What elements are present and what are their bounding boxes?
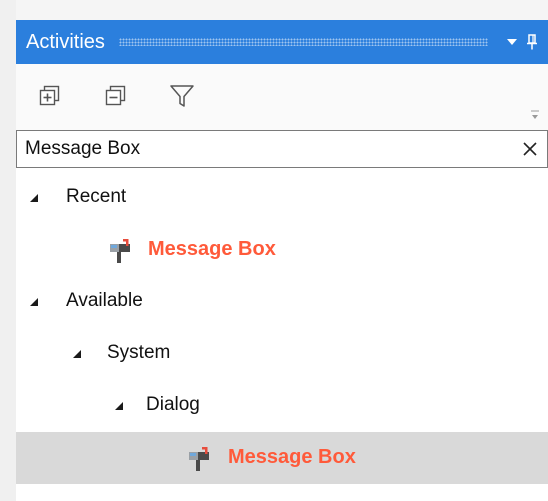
collapse-all-icon xyxy=(105,85,126,106)
tree-node-activity[interactable]: Message Box xyxy=(16,224,548,276)
tree-node-available[interactable]: Available xyxy=(16,276,548,328)
tree-node-label: Recent xyxy=(66,186,127,207)
search-box xyxy=(16,130,548,168)
message-box-icon xyxy=(110,239,130,263)
panel-title: Activities xyxy=(26,30,105,53)
tree-node-dialog[interactable]: Dialog xyxy=(16,380,548,432)
message-box-icon xyxy=(189,447,209,471)
tree-node-label: Available xyxy=(66,290,143,311)
tree-node-label: Message Box xyxy=(148,238,276,260)
activities-panel-titlebar[interactable]: Activities xyxy=(16,20,548,64)
tree-node-label: Dialog xyxy=(146,394,200,415)
expand-all-button[interactable] xyxy=(35,81,65,111)
expanded-triangle-icon[interactable] xyxy=(72,349,82,359)
tree-node-label: System xyxy=(107,342,171,363)
filter-icon xyxy=(170,85,194,107)
toolbar-overflow-button[interactable] xyxy=(530,108,540,122)
tree-node-system[interactable]: System xyxy=(16,328,548,380)
top-edge xyxy=(16,0,548,20)
left-edge xyxy=(0,0,16,501)
expanded-triangle-icon[interactable] xyxy=(29,297,39,307)
expanded-triangle-icon[interactable] xyxy=(114,401,124,411)
search-input[interactable] xyxy=(17,132,513,166)
tree-node-activity-selected[interactable]: Message Box xyxy=(16,432,548,484)
activities-toolbar xyxy=(16,64,548,131)
collapse-all-button[interactable] xyxy=(101,81,131,111)
titlebar-grip[interactable] xyxy=(118,38,488,46)
overflow-icon xyxy=(531,110,539,119)
clear-search-button[interactable] xyxy=(513,132,547,166)
dropdown-icon[interactable] xyxy=(502,20,522,64)
close-icon xyxy=(523,142,537,156)
pin-icon[interactable] xyxy=(522,20,542,64)
expanded-triangle-icon[interactable] xyxy=(29,193,39,203)
tree-node-label: Message Box xyxy=(228,446,356,468)
tree-node-recent[interactable]: Recent xyxy=(16,172,548,224)
filter-button[interactable] xyxy=(167,81,197,111)
expand-all-icon xyxy=(39,85,60,106)
